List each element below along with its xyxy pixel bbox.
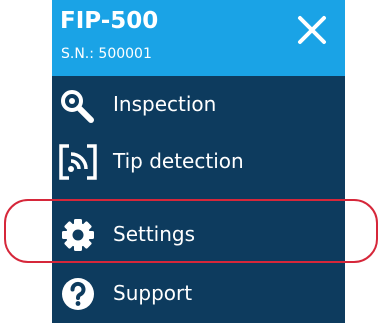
serial-number: S.N.: 500001 <box>61 46 152 62</box>
device-menu-panel: FIP-500 S.N.: 500001 Inspection Tip dete… <box>52 0 345 323</box>
menu-item-support[interactable]: Support <box>52 265 345 323</box>
close-button[interactable] <box>292 10 332 50</box>
magnifier-icon <box>61 90 94 123</box>
menu-item-label: Settings <box>113 222 196 246</box>
menu-item-tip-detection[interactable]: Tip detection <box>52 133 345 191</box>
gear-icon <box>62 219 94 251</box>
close-icon <box>298 16 326 44</box>
device-name: FIP-500 <box>60 8 159 34</box>
menu-item-settings[interactable]: Settings <box>52 206 345 264</box>
menu-item-inspection[interactable]: Inspection <box>52 76 345 134</box>
menu-item-label: Inspection <box>113 92 217 116</box>
menu-item-label: Support <box>113 281 193 305</box>
question-icon <box>62 278 94 310</box>
menu-item-label: Tip detection <box>113 149 244 173</box>
tip-detection-icon <box>59 144 97 180</box>
menu-header: FIP-500 S.N.: 500001 <box>52 0 345 76</box>
